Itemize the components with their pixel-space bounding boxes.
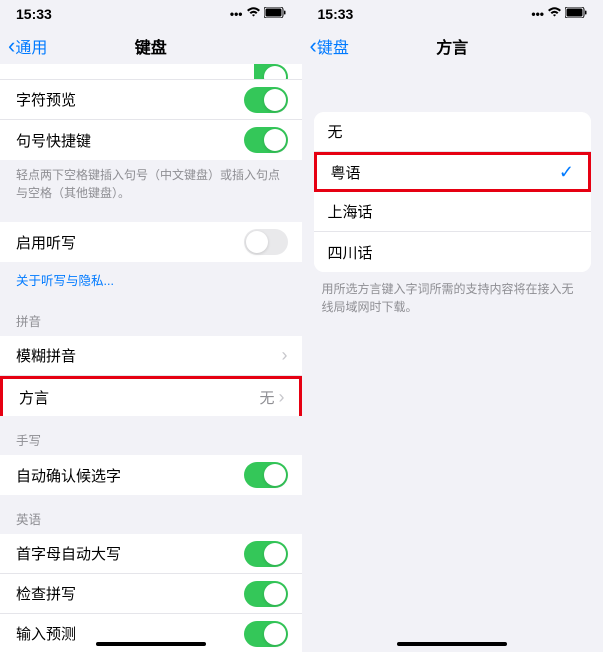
auto-confirm-row[interactable]: 自动确认候选字 — [0, 455, 302, 495]
chevron-right-icon: › — [279, 387, 285, 408]
page-title: 方言 — [436, 34, 468, 58]
predictive-label: 输入预测 — [16, 623, 76, 644]
english-header: 英语 — [0, 495, 302, 534]
char-preview-row[interactable]: 字符预览 — [0, 80, 302, 120]
char-preview-label: 字符预览 — [16, 89, 76, 110]
home-indicator[interactable] — [397, 642, 507, 646]
dialect-settings-screen: 15:33 ••• ‹ 键盘 方言 无 粤语 ✓ 上海话 四 — [302, 0, 603, 652]
back-label: 通用 — [15, 34, 47, 58]
check-spelling-row[interactable]: 检查拼写 — [0, 574, 302, 614]
enable-dictation-label: 启用听写 — [16, 232, 76, 253]
handwriting-header: 手写 — [0, 416, 302, 455]
status-time: 15:33 — [16, 6, 52, 22]
auto-cap-row[interactable]: 首字母自动大写 — [0, 534, 302, 574]
nav-bar: ‹ 键盘 方言 — [302, 28, 603, 64]
keyboard-settings-screen: 15:33 ••• ‹ 通用 键盘 字符预览 句号 — [0, 0, 302, 652]
status-time: 15:33 — [318, 6, 354, 22]
dialect-label: 方言 — [19, 387, 49, 408]
predictive-row[interactable]: 输入预测 — [0, 614, 302, 652]
back-button[interactable]: ‹ 键盘 — [310, 33, 349, 59]
content: 字符预览 句号快捷键 轻点两下空格键插入句号（中文键盘）或插入句点与空格（其他键… — [0, 64, 302, 652]
period-footnote: 轻点两下空格键插入句号（中文键盘）或插入句点与空格（其他键盘）。 — [0, 160, 302, 204]
status-bar: 15:33 ••• — [0, 0, 302, 28]
dialect-footnote: 用所选方言键入字词所需的支持内容将在接入无线局域网时下载。 — [302, 272, 603, 324]
period-shortcut-row[interactable]: 句号快捷键 — [0, 120, 302, 160]
chevron-left-icon: ‹ — [8, 33, 15, 59]
dialect-option-sichuanese[interactable]: 四川话 — [314, 232, 592, 272]
dialect-option-none[interactable]: 无 — [314, 112, 592, 152]
option-label: 粤语 — [331, 162, 361, 183]
battery-icon — [565, 7, 587, 21]
enable-dictation-row[interactable]: 启用听写 — [0, 222, 302, 262]
auto-cap-label: 首字母自动大写 — [16, 543, 121, 564]
auto-cap-toggle[interactable] — [244, 541, 288, 567]
predictive-toggle[interactable] — [244, 621, 288, 647]
dialect-row[interactable]: 方言 无 › — [0, 376, 302, 416]
auto-confirm-toggle[interactable] — [244, 462, 288, 488]
period-shortcut-toggle[interactable] — [244, 127, 288, 153]
option-label: 四川话 — [328, 242, 373, 263]
status-icons: ••• — [230, 7, 286, 21]
fuzzy-pinyin-row[interactable]: 模糊拼音 › — [0, 336, 302, 376]
pinyin-header: 拼音 — [0, 297, 302, 336]
auto-confirm-label: 自动确认候选字 — [16, 465, 121, 486]
toggle-on-icon — [254, 64, 288, 80]
fuzzy-pinyin-label: 模糊拼音 — [16, 345, 76, 366]
wifi-icon — [246, 7, 261, 21]
home-indicator[interactable] — [96, 642, 206, 646]
nav-bar: ‹ 通用 键盘 — [0, 28, 302, 64]
partial-toggle-row[interactable] — [0, 64, 302, 80]
period-shortcut-label: 句号快捷键 — [16, 130, 91, 151]
battery-icon — [264, 7, 286, 21]
dialect-option-shanghainese[interactable]: 上海话 — [314, 192, 592, 232]
check-spelling-toggle[interactable] — [244, 581, 288, 607]
dialect-value: 无 — [259, 387, 274, 408]
back-button[interactable]: ‹ 通用 — [8, 33, 47, 59]
check-spelling-label: 检查拼写 — [16, 583, 76, 604]
cellular-icon: ••• — [531, 7, 544, 21]
dialect-option-cantonese[interactable]: 粤语 ✓ — [314, 152, 592, 192]
back-label: 键盘 — [317, 34, 349, 58]
chevron-right-icon: › — [282, 345, 288, 366]
status-icons: ••• — [531, 7, 587, 21]
option-label: 上海话 — [328, 201, 373, 222]
checkmark-icon: ✓ — [559, 162, 574, 183]
wifi-icon — [547, 7, 562, 21]
enable-dictation-toggle[interactable] — [244, 229, 288, 255]
dictation-privacy-link[interactable]: 关于听写与隐私... — [0, 262, 302, 297]
char-preview-toggle[interactable] — [244, 87, 288, 113]
dialect-options: 无 粤语 ✓ 上海话 四川话 — [314, 112, 592, 272]
page-title: 键盘 — [135, 34, 167, 58]
status-bar: 15:33 ••• — [302, 0, 603, 28]
option-label: 无 — [328, 121, 343, 142]
chevron-left-icon: ‹ — [310, 33, 317, 59]
cellular-icon: ••• — [230, 7, 243, 21]
